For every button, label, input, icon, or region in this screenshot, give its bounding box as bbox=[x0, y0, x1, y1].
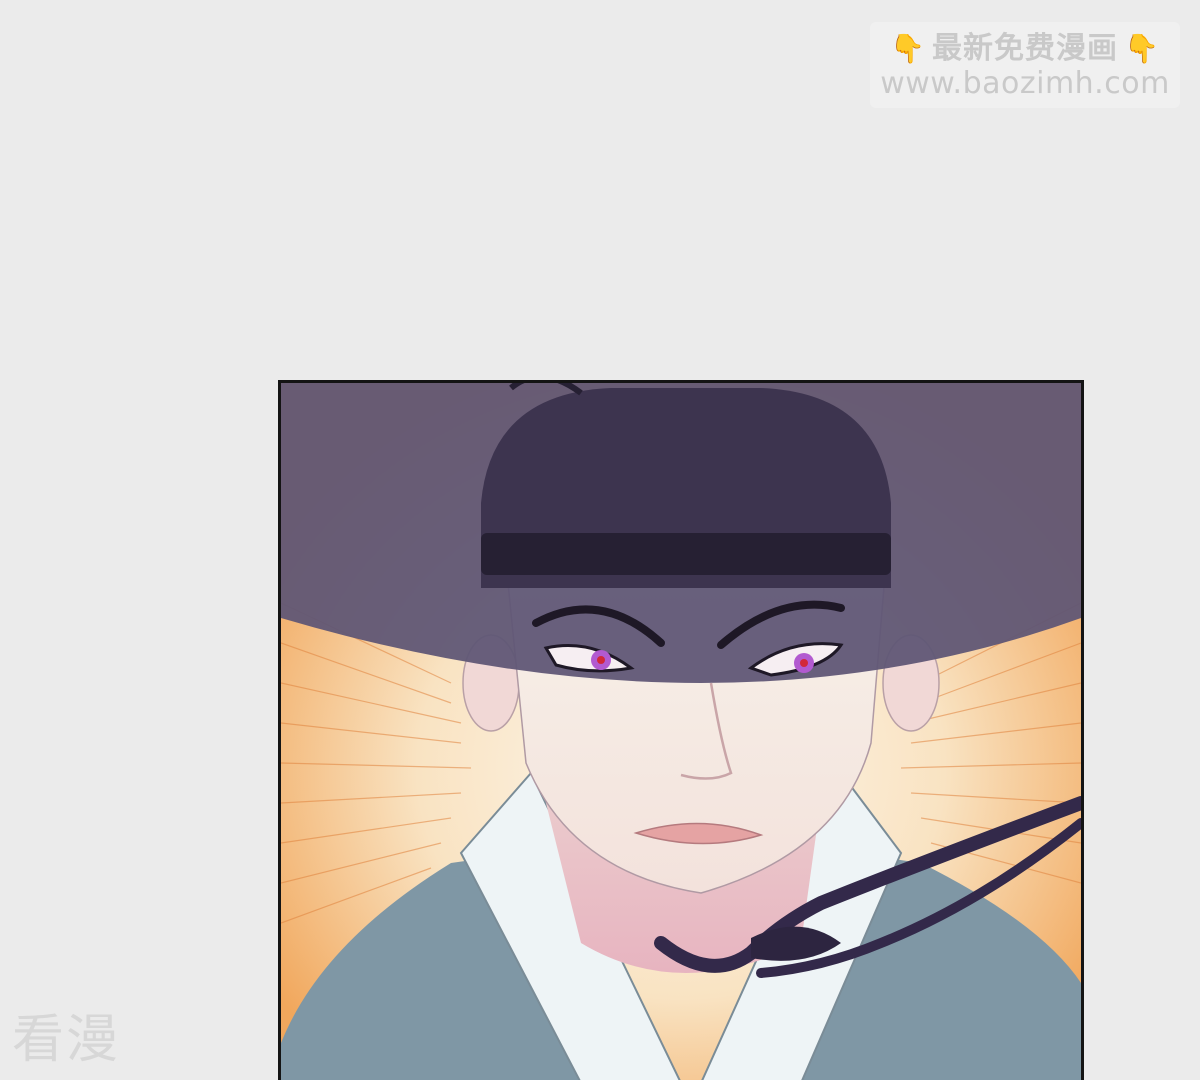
corner-watermark: 看漫 bbox=[12, 1010, 121, 1070]
pointing-down-hand-icon: 👇 bbox=[1124, 32, 1160, 65]
hat-band bbox=[481, 533, 891, 575]
watermark-headline: 👇 最新免费漫画 👇 bbox=[870, 32, 1180, 66]
pointing-down-hand-icon: 👇 bbox=[890, 32, 926, 65]
comic-panel bbox=[278, 380, 1084, 1080]
watermark-headline-text: 最新免费漫画 bbox=[932, 31, 1118, 66]
site-watermark: 👇 最新免费漫画 👇 www.baozimh.com bbox=[870, 22, 1180, 108]
watermark-url: www.baozimh.com bbox=[880, 66, 1170, 101]
panel-illustration bbox=[281, 383, 1081, 1080]
